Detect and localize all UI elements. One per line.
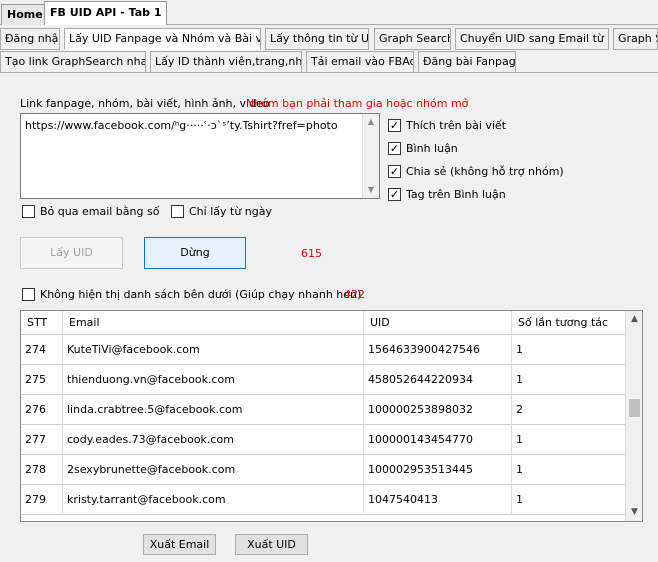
subtab-graph-search[interactable]: Graph Search xyxy=(374,28,451,50)
subtab-member-ids[interactable]: Lấy ID thành viên,trang,nhóm xyxy=(150,51,302,73)
option-from-date[interactable]: Chỉ lấy từ ngày xyxy=(171,205,272,218)
option-from-date-label: Chỉ lấy từ ngày xyxy=(189,205,272,218)
checkbox-tag-comment[interactable]: ✓ xyxy=(388,188,401,201)
cell-stt: 275 xyxy=(21,365,63,395)
secondary-count: 422 xyxy=(344,288,365,301)
cell-email: KuteTiVi@facebook.com xyxy=(63,335,364,365)
subtab-graph-s[interactable]: Graph S xyxy=(613,28,658,50)
option-share[interactable]: ✓ Chia sẻ (không hỗ trợ nhóm) xyxy=(388,165,564,178)
col-interactions[interactable]: Số lần tương tác xyxy=(512,311,626,335)
subtab-email-to-fbads[interactable]: Tải email vào FBAds xyxy=(306,51,414,73)
scroll-up-icon[interactable]: ▲ xyxy=(626,311,642,328)
table-scrollbar[interactable]: ▲ ▼ xyxy=(625,311,642,521)
panel-border xyxy=(0,72,658,73)
option-comment-label: Bình luận xyxy=(406,142,458,155)
checkbox-share[interactable]: ✓ xyxy=(388,165,401,178)
link-input-note: Nhóm bạn phải tham gia hoặc nhóm mở xyxy=(246,97,469,110)
cell-uid: 100000143454770 xyxy=(364,425,512,455)
top-tab-strip: Home FB UID API - Tab 1 xyxy=(0,0,658,26)
cell-interactions: 1 xyxy=(512,425,626,455)
option-hide-list-label: Không hiện thị danh sách bên dưới (Giúp … xyxy=(40,288,362,301)
cell-interactions: 1 xyxy=(512,335,626,365)
table-row[interactable]: 276 linda.crabtree.5@facebook.com 100000… xyxy=(21,395,626,425)
option-comment[interactable]: ✓ Bình luận xyxy=(388,142,458,155)
cell-interactions: 2 xyxy=(512,395,626,425)
subtab-info-from-uid[interactable]: Lấy thông tin từ UID xyxy=(265,28,369,50)
table-header: STT Email UID Số lần tương tác xyxy=(21,311,626,335)
cell-uid: 100002953513445 xyxy=(364,455,512,485)
cell-stt: 274 xyxy=(21,335,63,365)
cell-interactions: 1 xyxy=(512,485,626,515)
checkbox-hide-list[interactable] xyxy=(22,288,35,301)
cell-email: 2sexybrunette@facebook.com xyxy=(63,455,364,485)
col-email[interactable]: Email xyxy=(63,311,364,335)
cell-uid: 1564633900427546 xyxy=(364,335,512,365)
result-count: 615 xyxy=(301,247,322,260)
stop-button[interactable]: Dừng xyxy=(144,237,246,269)
option-hide-list[interactable]: Không hiện thị danh sách bên dưới (Giúp … xyxy=(22,288,361,301)
subtab-post-fanpage[interactable]: Đăng bài Fanpage xyxy=(418,51,516,73)
results-table[interactable]: STT Email UID Số lần tương tác 274 KuteT… xyxy=(20,310,643,522)
scroll-down-icon[interactable]: ▼ xyxy=(363,182,379,198)
checkbox-like-post[interactable]: ✓ xyxy=(388,119,401,132)
cell-stt: 277 xyxy=(21,425,63,455)
tab-home[interactable]: Home xyxy=(1,4,49,25)
col-uid[interactable]: UID xyxy=(364,311,512,335)
option-skip-numeric-email-label: Bỏ qua email bằng số xyxy=(40,205,160,218)
cell-uid: 100000253898032 xyxy=(364,395,512,425)
link-input-scrollbar[interactable]: ▲ ▼ xyxy=(362,114,379,198)
cell-uid: 458052644220934 xyxy=(364,365,512,395)
table-row[interactable]: 277 cody.eades.73@facebook.com 100000143… xyxy=(21,425,626,455)
table-row[interactable]: 279 kristy.tarrant@facebook.com 10475404… xyxy=(21,485,626,515)
cell-email: kristy.tarrant@facebook.com xyxy=(63,485,364,515)
subtab-uid-to-email[interactable]: Chuyển UID sang Email từ File xyxy=(455,28,609,50)
col-stt[interactable]: STT xyxy=(21,311,63,335)
option-tag-comment[interactable]: ✓ Tag trên Bình luận xyxy=(388,188,506,201)
link-input[interactable]: https://www.facebook.com/ʰg·····ʿ·ɔ`ˢʼty… xyxy=(20,113,380,199)
subtab-quick-graphsearch[interactable]: Tạo link GraphSearch nhanh xyxy=(0,51,146,73)
option-like-post-label: Thích trên bài viết xyxy=(406,119,507,132)
table-row[interactable]: 278 2sexybrunette@facebook.com 100002953… xyxy=(21,455,626,485)
table-row[interactable]: 275 thienduong.vn@facebook.com 458052644… xyxy=(21,365,626,395)
cell-email: cody.eades.73@facebook.com xyxy=(63,425,364,455)
link-input-value: https://www.facebook.com/ʰg·····ʿ·ɔ`ˢʼty… xyxy=(25,119,338,132)
subtab-login[interactable]: Đăng nhập xyxy=(0,28,60,50)
cell-interactions: 1 xyxy=(512,365,626,395)
table-row[interactable]: 274 KuteTiVi@facebook.com 15646339004275… xyxy=(21,335,626,365)
cell-stt: 279 xyxy=(21,485,63,515)
option-like-post[interactable]: ✓ Thích trên bài viết xyxy=(388,119,506,132)
scroll-thumb[interactable] xyxy=(629,399,640,417)
tab-fb-uid-api[interactable]: FB UID API - Tab 1 xyxy=(44,1,168,25)
cell-stt: 278 xyxy=(21,455,63,485)
checkbox-skip-numeric-email[interactable] xyxy=(22,205,35,218)
cell-uid: 1047540413 xyxy=(364,485,512,515)
option-share-label: Chia sẻ (không hỗ trợ nhóm) xyxy=(406,165,564,178)
export-email-button[interactable]: Xuất Email xyxy=(143,534,216,555)
checkbox-comment[interactable]: ✓ xyxy=(388,142,401,155)
link-input-label: Link fanpage, nhóm, bài viết, hình ảnh, … xyxy=(20,97,270,110)
cell-email: thienduong.vn@facebook.com xyxy=(63,365,364,395)
scroll-up-icon[interactable]: ▲ xyxy=(363,114,379,130)
subtab-get-uid-fanpage[interactable]: Lấy UID Fanpage và Nhóm và Bài viết xyxy=(64,28,261,50)
cell-stt: 276 xyxy=(21,395,63,425)
export-uid-button[interactable]: Xuất UID xyxy=(235,534,308,555)
cell-email: linda.crabtree.5@facebook.com xyxy=(63,395,364,425)
option-skip-numeric-email[interactable]: Bỏ qua email bằng số xyxy=(22,205,159,218)
checkbox-from-date[interactable] xyxy=(171,205,184,218)
cell-interactions: 1 xyxy=(512,455,626,485)
get-uid-button[interactable]: Lấy UID xyxy=(20,237,123,269)
scroll-down-icon[interactable]: ▼ xyxy=(626,504,642,521)
option-tag-comment-label: Tag trên Bình luận xyxy=(406,188,506,201)
